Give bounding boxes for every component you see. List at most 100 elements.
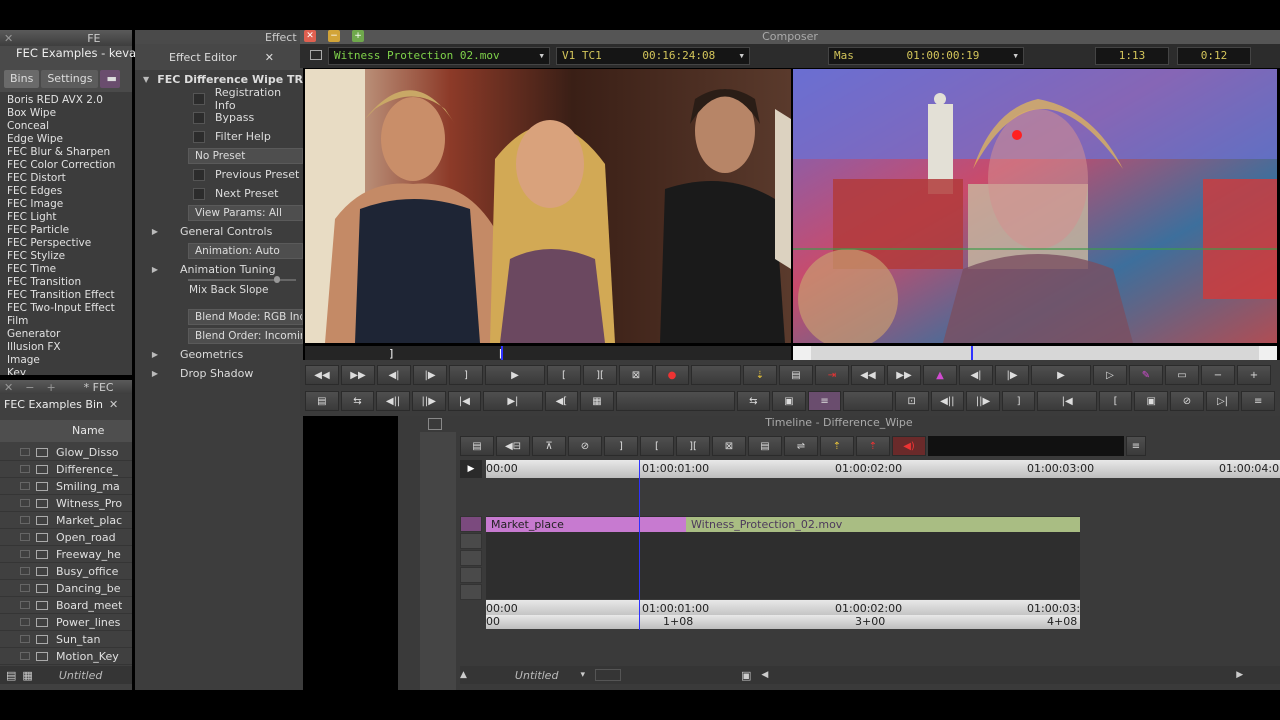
effect-list-item[interactable]: FEC Perspective <box>7 237 132 250</box>
overwrite-icon[interactable]: ⇌ <box>784 436 818 456</box>
list-item[interactable]: Market_plac <box>0 512 132 529</box>
remove-effect-icon[interactable]: ⊘ <box>1170 391 1204 411</box>
effect-list-item[interactable]: FEC Light <box>7 211 132 224</box>
checkbox[interactable] <box>193 111 205 124</box>
play-loop-icon[interactable]: ▷ <box>1093 365 1127 385</box>
effect-list-item[interactable]: FEC Transition Effect <box>7 289 132 302</box>
toggle-source-record-icon[interactable]: ▭ <box>1165 365 1199 385</box>
list-item[interactable]: Dancing_be <box>0 580 132 597</box>
go-to-out-icon[interactable]: |◀ <box>447 391 482 411</box>
scale-icon[interactable]: ▣ <box>741 669 751 682</box>
audio-track-header-2[interactable] <box>460 550 482 566</box>
fast-menu-icon[interactable]: ≡ <box>1126 436 1146 456</box>
timeline-footer-label[interactable]: Untitled <box>515 669 559 682</box>
row-checkbox[interactable] <box>20 618 30 626</box>
column-name[interactable]: Name <box>72 424 104 437</box>
remove-effect-icon[interactable]: ⊘ <box>568 436 602 456</box>
row-checkbox[interactable] <box>20 465 30 473</box>
list-item[interactable]: Freeway_he <box>0 546 132 563</box>
clear-marks-icon[interactable]: ⊠ <box>619 365 653 385</box>
registration-info-check[interactable]: Registration Info <box>135 86 303 112</box>
animation-dropdown[interactable]: Animation: Auto <box>188 242 303 259</box>
row-checkbox[interactable] <box>20 533 30 541</box>
more-options-icon[interactable]: ≡ <box>1241 391 1275 411</box>
list-item[interactable]: Difference_ <box>0 461 132 478</box>
expand-triangle-icon[interactable]: ▶ <box>140 227 170 236</box>
list-item[interactable]: Busy_office <box>0 563 132 580</box>
timeline-play-icon[interactable]: ▶ <box>460 460 482 478</box>
effect-list-item[interactable]: FEC Particle <box>7 224 132 237</box>
zoom-icon[interactable]: + <box>352 30 364 42</box>
close-icon[interactable]: ✕ <box>304 30 316 42</box>
row-checkbox[interactable] <box>20 635 30 643</box>
source-settings-icon[interactable]: ▤ <box>305 391 339 411</box>
list-item[interactable]: Sun_tan <box>0 631 132 648</box>
step-fwd-8-icon[interactable]: ||▶ <box>966 391 1000 411</box>
effect-list-item[interactable]: FEC Stylize <box>7 250 132 263</box>
counter-a[interactable]: 1:13 <box>1095 47 1169 65</box>
extract-icon[interactable]: ▤ <box>748 436 782 456</box>
mark-out-button-icon[interactable]: ] <box>449 365 483 385</box>
mark-out-icon[interactable]: ] <box>604 436 638 456</box>
source-timecode-display[interactable]: V1 TC1 00:16:24:08 ▾ <box>556 47 750 65</box>
row-checkbox[interactable] <box>20 448 30 456</box>
effect-list-item[interactable]: Box Wipe <box>7 107 132 120</box>
replace-edit-icon[interactable]: ◀[ <box>544 391 579 411</box>
rewind-icon[interactable]: ◀◀ <box>305 365 339 385</box>
checkbox[interactable] <box>193 187 205 200</box>
audio-track-header-4[interactable] <box>460 584 482 600</box>
general-controls-section[interactable]: ▶ General Controls <box>135 222 303 241</box>
effect-editor-toggle-icon[interactable]: ≡ <box>807 391 842 411</box>
preset-dropdown[interactable]: No Preset <box>188 147 303 164</box>
lift-icon[interactable]: ▤ <box>779 365 813 385</box>
fast-forward-icon[interactable]: ▶▶ <box>341 365 375 385</box>
effect-list-item[interactable]: FEC Distort <box>7 172 132 185</box>
triangle-icon[interactable]: ▲ <box>460 670 467 680</box>
list-item[interactable]: Glow_Disso <box>0 444 132 461</box>
step-back-8-icon[interactable]: ◀|| <box>930 391 965 411</box>
view-params-dropdown[interactable]: View Params: All <box>188 204 303 221</box>
expand-triangle-icon[interactable]: ▶ <box>140 369 170 378</box>
expand-triangle-icon[interactable]: ▼ <box>135 75 157 84</box>
bin-menu-icon[interactable]: ▬ <box>100 70 121 88</box>
list-item[interactable]: Witness_Pro <box>0 495 132 512</box>
effect-list-item[interactable]: FEC Time <box>7 263 132 276</box>
counter-b[interactable]: 0:12 <box>1177 47 1251 65</box>
play-right-icon[interactable]: ▶ <box>1031 365 1091 385</box>
step-back-right-icon[interactable]: ◀| <box>959 365 993 385</box>
row-checkbox[interactable] <box>20 584 30 592</box>
row-checkbox[interactable] <box>20 567 30 575</box>
effect-list-item[interactable]: FEC Edges <box>7 185 132 198</box>
effect-list-item[interactable]: FEC Image <box>7 198 132 211</box>
effect-list-item[interactable]: Key <box>7 367 132 375</box>
quad-split-icon[interactable]: ⊡ <box>894 391 929 411</box>
audio-track-header-3[interactable] <box>460 567 482 583</box>
source-monitor[interactable] <box>305 69 791 343</box>
render-icon[interactable]: ▣ <box>1134 391 1169 411</box>
drop-shadow-section[interactable]: ▶ Drop Shadow <box>135 364 303 383</box>
previous-preset-check[interactable]: Previous Preset <box>135 165 303 184</box>
tab-settings[interactable]: Settings <box>41 70 99 88</box>
checkbox[interactable] <box>193 130 205 143</box>
minimize-icon[interactable]: − <box>328 30 340 42</box>
mark-in-icon[interactable]: [ <box>640 436 674 456</box>
mark-clip-icon[interactable]: ][ <box>583 365 617 385</box>
row-checkbox[interactable] <box>20 482 30 490</box>
effect-list-item[interactable]: Boris RED AVX 2.0 <box>7 94 132 107</box>
rewind-right-icon[interactable]: ◀◀ <box>851 365 885 385</box>
expand-triangle-icon[interactable]: ▶ <box>140 265 170 274</box>
clip-witness-protection[interactable]: Witness_Protection_02.mov <box>686 517 1080 532</box>
step-back-icon[interactable]: ◀| <box>377 365 411 385</box>
splice-in-icon[interactable]: ⇣ <box>743 365 777 385</box>
zoom-out-icon[interactable]: − <box>1201 365 1235 385</box>
checkbox[interactable] <box>193 168 205 181</box>
mark-out-right-icon[interactable]: ] <box>1001 391 1036 411</box>
list-item[interactable]: Board_meet <box>0 597 132 614</box>
blend-order-dropdown[interactable]: Blend Order: Incomin <box>188 327 303 344</box>
trim-right-icon[interactable]: ||▶ <box>411 391 446 411</box>
video-quality-icon[interactable]: ▤ <box>460 436 494 456</box>
fx-bin-footer-label[interactable]: Untitled <box>59 669 103 682</box>
list-item[interactable]: Motion_Key <box>0 648 132 665</box>
timeline-ruler[interactable]: 00:00 01:00:01:00 01:00:02:00 01:00:03:0… <box>486 460 1280 478</box>
record-position-bar[interactable] <box>793 346 1277 360</box>
